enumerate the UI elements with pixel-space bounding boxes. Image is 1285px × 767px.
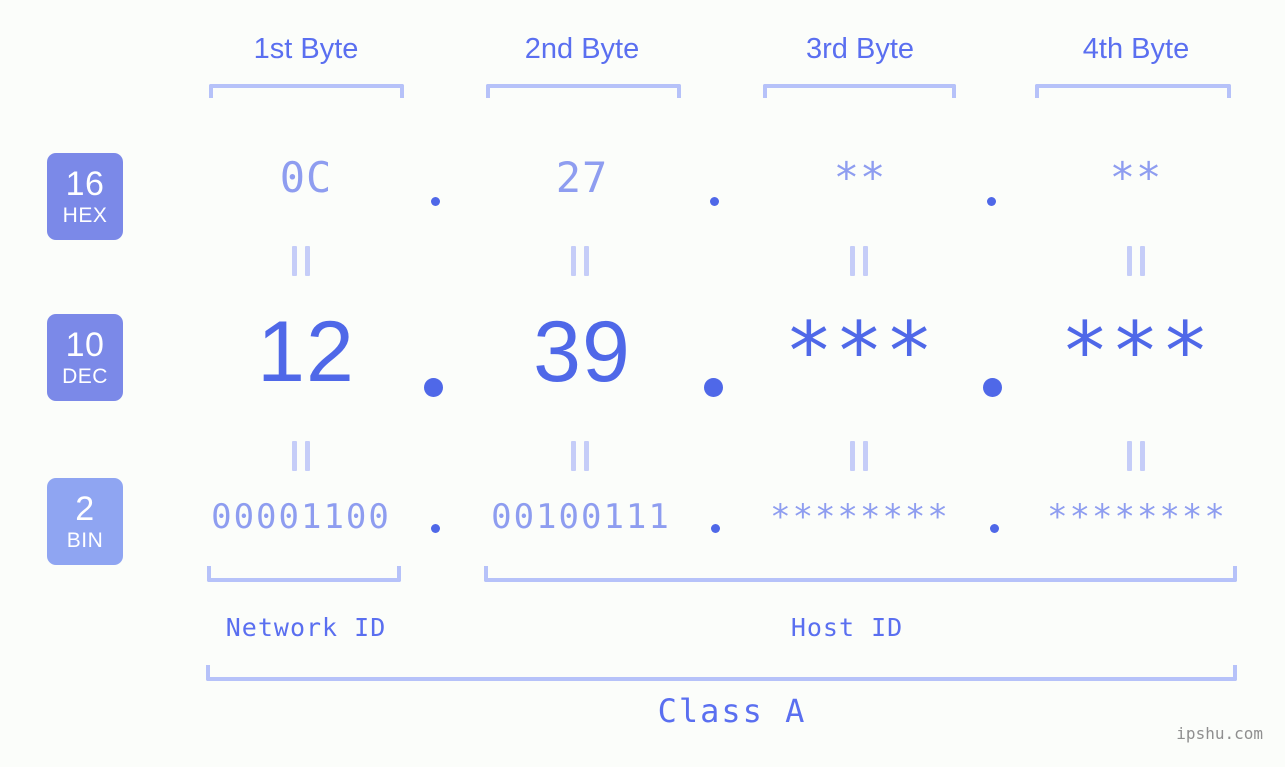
hex-value-byte-1: 0C — [279, 153, 333, 202]
radix-badge-hex: 16 HEX — [47, 153, 123, 240]
equality-mark-hex-dec-2 — [571, 246, 589, 276]
bin-value-byte-4: ******** — [1047, 497, 1227, 537]
byte-bracket-top-2 — [486, 84, 681, 98]
class-bracket — [206, 665, 1237, 681]
bin-value-byte-3: ******** — [770, 497, 950, 537]
host-id-bracket — [484, 566, 1237, 582]
byte-bracket-top-4 — [1035, 84, 1231, 98]
equality-mark-dec-bin-3 — [850, 441, 868, 471]
bin-value-byte-2: 00100111 — [491, 497, 671, 537]
class-label: Class A — [657, 692, 807, 730]
ip-byte-breakdown-diagram: 1st Byte 2nd Byte 3rd Byte 4th Byte 16 H… — [0, 0, 1285, 767]
equality-mark-dec-bin-2 — [571, 441, 589, 471]
byte-header-2: 2nd Byte — [524, 33, 640, 65]
host-id-label: Host ID — [790, 613, 904, 642]
network-id-bracket — [207, 566, 401, 582]
hex-value-byte-3: ** — [833, 153, 887, 202]
byte-header-1: 1st Byte — [253, 33, 359, 65]
radix-badge-dec-abbr: DEC — [62, 365, 108, 388]
radix-badge-bin-abbr: BIN — [66, 529, 104, 552]
equality-mark-dec-bin-4 — [1127, 441, 1145, 471]
radix-badge-dec-number: 10 — [65, 326, 105, 364]
byte-bracket-top-3 — [763, 84, 956, 98]
dec-separator-dot-1 — [424, 378, 443, 397]
equality-mark-dec-bin-1 — [292, 441, 310, 471]
bin-value-byte-1: 00001100 — [211, 497, 391, 537]
bin-separator-dot-2 — [711, 524, 720, 533]
byte-header-3: 3rd Byte — [806, 33, 914, 65]
radix-badge-bin: 2 BIN — [47, 478, 123, 565]
radix-badge-dec: 10 DEC — [47, 314, 123, 401]
site-watermark: ipshu.com — [1176, 724, 1263, 743]
hex-value-byte-2: 27 — [555, 153, 609, 202]
dec-value-byte-2: 39 — [533, 304, 631, 400]
hex-value-byte-4: ** — [1109, 153, 1163, 202]
dec-value-byte-3: *** — [784, 305, 936, 398]
radix-badge-hex-number: 16 — [65, 165, 105, 203]
hex-separator-dot-2 — [710, 197, 719, 206]
dec-separator-dot-3 — [983, 378, 1002, 397]
byte-bracket-top-1 — [209, 84, 404, 98]
bin-separator-dot-1 — [431, 524, 440, 533]
hex-separator-dot-3 — [987, 197, 996, 206]
bin-separator-dot-3 — [990, 524, 999, 533]
network-id-label: Network ID — [225, 613, 387, 642]
dec-separator-dot-2 — [704, 378, 723, 397]
equality-mark-hex-dec-1 — [292, 246, 310, 276]
dec-value-byte-1: 12 — [257, 304, 355, 400]
dec-value-byte-4: *** — [1060, 305, 1212, 398]
radix-badge-bin-number: 2 — [75, 490, 95, 528]
equality-mark-hex-dec-4 — [1127, 246, 1145, 276]
byte-header-4: 4th Byte — [1082, 33, 1190, 65]
radix-badge-hex-abbr: HEX — [62, 204, 108, 227]
equality-mark-hex-dec-3 — [850, 246, 868, 276]
hex-separator-dot-1 — [431, 197, 440, 206]
